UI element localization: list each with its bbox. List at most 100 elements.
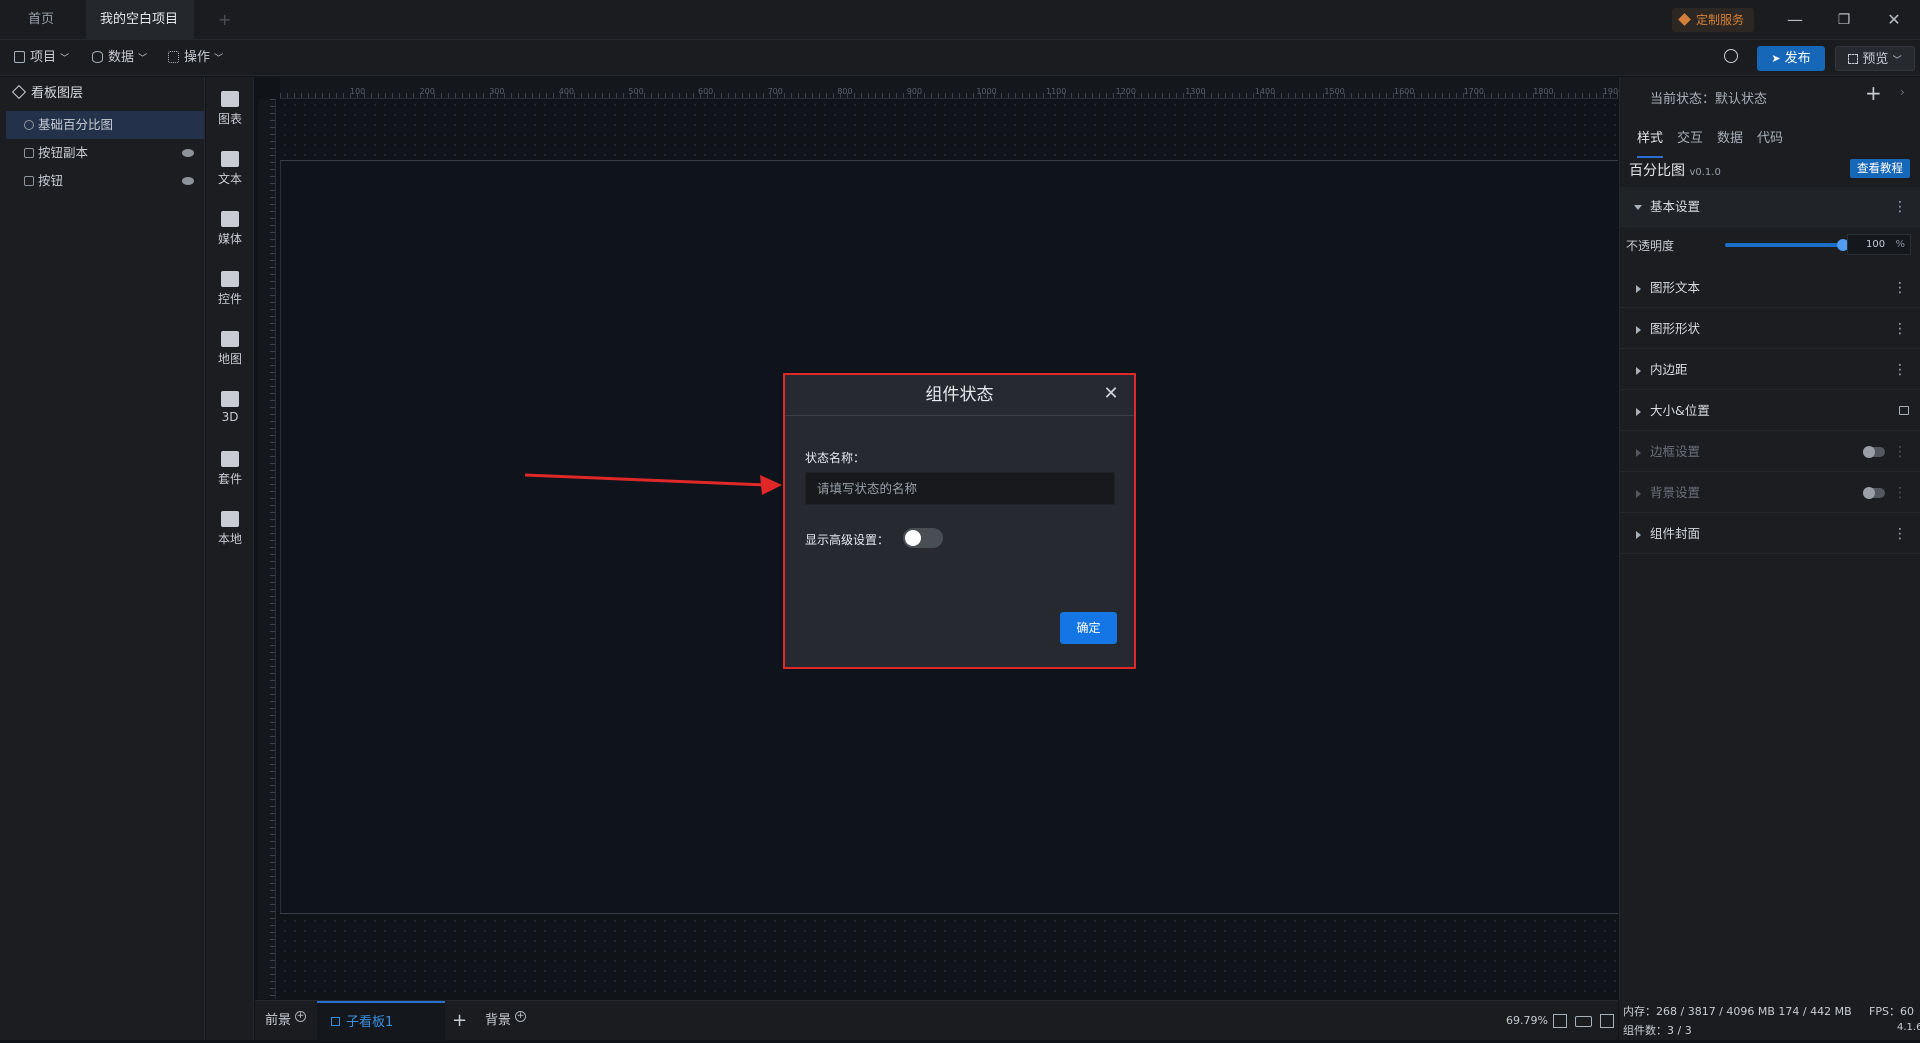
ruler-tick-label: 100 xyxy=(350,87,366,96)
ruler-tick-label: 1600 xyxy=(1394,87,1415,96)
foreground-label: 前景 xyxy=(265,1013,292,1028)
chart-layer-icon xyxy=(24,120,34,130)
lock-icon[interactable] xyxy=(1899,406,1909,415)
publish-button[interactable]: ➤ 发布 xyxy=(1757,46,1825,71)
eye-hidden-icon[interactable] xyxy=(182,149,194,157)
opacity-input[interactable]: 100% xyxy=(1847,234,1911,255)
section-padding[interactable]: 内边距 ⋮ xyxy=(1620,350,1920,390)
menu-operation[interactable]: 操作 ﹀ xyxy=(168,40,223,76)
tab-code[interactable]: 代码 xyxy=(1757,127,1783,146)
palette-label: 文本 xyxy=(217,172,242,186)
sub-board-tab[interactable]: 子看板1 xyxy=(317,1001,445,1041)
confirm-button[interactable]: 确定 xyxy=(1060,612,1117,644)
add-board-button[interactable]: + xyxy=(452,1001,467,1041)
more-vertical-icon[interactable]: ⋮ xyxy=(1893,514,1907,554)
section-label: 边框设置 xyxy=(1650,444,1701,459)
tab-interaction[interactable]: 交互 xyxy=(1677,127,1703,146)
section-label: 图形文本 xyxy=(1650,280,1701,295)
send-icon: ➤ xyxy=(1771,52,1781,65)
background-toggle[interactable] xyxy=(1863,487,1885,499)
border-toggle[interactable] xyxy=(1863,446,1885,458)
toolbar: 项目 ﹀ 数据 ﹀ 操作 ﹀ ➤ 发布 预览 ﹀ xyxy=(0,40,1920,76)
ruler-tick-label: 500 xyxy=(628,87,644,96)
layer-item-button-copy[interactable]: 按钮副本 xyxy=(0,139,204,167)
foreground-tab[interactable]: 前景 + xyxy=(265,1001,307,1041)
keyboard-icon[interactable] xyxy=(1575,1016,1592,1027)
tab-style[interactable]: 样式 xyxy=(1637,127,1664,158)
text-icon xyxy=(221,151,239,167)
tab-data[interactable]: 数据 xyxy=(1717,127,1743,146)
palette-text[interactable]: 文本 xyxy=(206,145,254,195)
palette-3d[interactable]: 3D xyxy=(206,385,254,435)
background-tab[interactable]: 背景 + xyxy=(485,1001,527,1041)
more-vertical-icon[interactable]: ⋮ xyxy=(1893,268,1907,308)
chevron-right-icon[interactable]: › xyxy=(1900,85,1905,99)
section-border-settings[interactable]: 边框设置 ⋮ xyxy=(1620,432,1920,472)
section-basic-settings[interactable]: 基本设置 ⋮ xyxy=(1620,187,1920,227)
ruler-tick-label: 900 xyxy=(906,87,923,96)
bar-chart-icon xyxy=(221,91,239,107)
new-tab-button[interactable]: + xyxy=(204,0,245,40)
add-circle-icon[interactable]: + xyxy=(515,1011,527,1022)
menu-project[interactable]: 项目 ﹀ xyxy=(14,40,69,76)
palette-label: 3D xyxy=(221,410,239,424)
search-icon[interactable] xyxy=(1724,49,1738,63)
palette-map[interactable]: 地图 xyxy=(206,325,254,375)
opacity-label: 不透明度 xyxy=(1626,239,1675,253)
opacity-slider-fill xyxy=(1725,243,1845,247)
terminal-icon[interactable] xyxy=(1600,1014,1614,1028)
layer-item-percent-chart[interactable]: 基础百分比图 xyxy=(6,111,204,139)
add-circle-icon[interactable]: + xyxy=(295,1011,307,1022)
eye-hidden-icon[interactable] xyxy=(182,177,194,185)
control-icon xyxy=(221,271,239,287)
ruler-left[interactable] xyxy=(258,99,276,999)
palette-chart[interactable]: 图表 xyxy=(206,85,254,135)
minimize-button[interactable]: — xyxy=(1773,0,1817,40)
section-label: 基本设置 xyxy=(1650,199,1701,214)
preview-label: 预览 xyxy=(1862,52,1889,67)
palette-kit[interactable]: 套件 xyxy=(206,445,254,495)
section-size-position[interactable]: 大小&位置 xyxy=(1620,391,1920,431)
current-state-label: 当前状态：默认状态 xyxy=(1650,92,1768,107)
palette-label: 地图 xyxy=(217,352,242,366)
more-vertical-icon[interactable]: ⋮ xyxy=(1893,309,1907,349)
palette-media[interactable]: 媒体 xyxy=(206,205,254,255)
advanced-settings-label: 显示高级设置： xyxy=(805,533,890,547)
tab-project[interactable]: 我的空白项目 xyxy=(86,0,194,64)
section-component-cover[interactable]: 组件封面 ⋮ xyxy=(1620,514,1920,554)
menu-data[interactable]: 数据 ﹀ xyxy=(92,40,147,76)
chevron-down-icon: ﹀ xyxy=(138,54,148,64)
section-graphic-shape[interactable]: 图形形状 ⋮ xyxy=(1620,309,1920,349)
caret-right-icon xyxy=(1636,326,1641,334)
button-layer-icon xyxy=(24,148,34,158)
component-state-dialog: 组件状态 ✕ 状态名称： 显示高级设置： 确定 xyxy=(783,373,1136,669)
more-vertical-icon[interactable]: ⋮ xyxy=(1893,432,1907,472)
palette-local[interactable]: 本地 xyxy=(206,505,254,555)
fit-screen-icon[interactable] xyxy=(1553,1014,1567,1028)
state-name-input[interactable] xyxy=(805,472,1115,505)
advanced-settings-toggle[interactable] xyxy=(903,528,943,548)
tab-home[interactable]: 首页 xyxy=(14,0,68,40)
component-name: 百分比图 v0.1.0 xyxy=(1629,160,1721,180)
close-icon[interactable]: ✕ xyxy=(1100,383,1122,405)
board-icon xyxy=(331,1017,340,1026)
custom-service-button[interactable]: 定制服务 xyxy=(1672,8,1755,32)
preview-button[interactable]: 预览 ﹀ xyxy=(1835,46,1915,71)
layer-item-button[interactable]: 按钮 xyxy=(0,167,204,195)
media-icon xyxy=(221,211,239,227)
database-icon xyxy=(92,51,103,63)
opacity-slider[interactable] xyxy=(1725,239,1849,251)
tutorial-button[interactable]: 查看教程 xyxy=(1850,159,1910,178)
more-vertical-icon[interactable]: ⋮ xyxy=(1893,187,1907,227)
caret-right-icon xyxy=(1636,449,1641,457)
add-state-button[interactable]: + xyxy=(1865,81,1882,105)
ruler-top[interactable] xyxy=(280,77,1618,99)
palette-control[interactable]: 控件 xyxy=(206,265,254,315)
close-window-button[interactable]: ✕ xyxy=(1872,0,1916,40)
ruler-tick-label: 1000 xyxy=(976,87,997,96)
more-vertical-icon[interactable]: ⋮ xyxy=(1893,473,1907,513)
more-vertical-icon[interactable]: ⋮ xyxy=(1893,350,1907,390)
restore-button[interactable]: ❐ xyxy=(1822,0,1866,40)
section-background-settings[interactable]: 背景设置 ⋮ xyxy=(1620,473,1920,513)
section-graphic-text[interactable]: 图形文本 ⋮ xyxy=(1620,268,1920,308)
